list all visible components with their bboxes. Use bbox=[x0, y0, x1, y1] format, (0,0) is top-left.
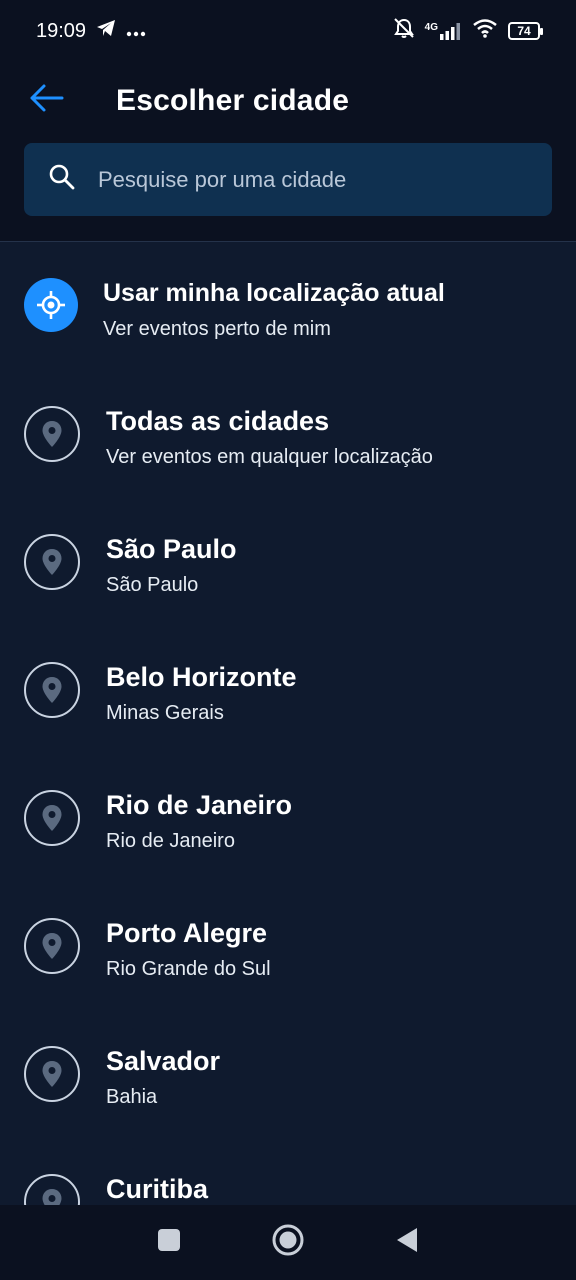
arrow-left-icon bbox=[28, 83, 64, 118]
city-list: Usar minha localização atual Ver eventos… bbox=[0, 242, 576, 1205]
home-circle-icon[interactable] bbox=[271, 1223, 305, 1262]
city-list-item[interactable]: Porto Alegre Rio Grande do Sul bbox=[0, 882, 576, 1010]
status-time: 19:09 bbox=[36, 19, 87, 42]
city-list-item[interactable]: Todas as cidades Ver eventos em qualquer … bbox=[0, 370, 576, 498]
city-name: São Paulo bbox=[106, 534, 237, 564]
battery-icon: 74 bbox=[508, 22, 543, 40]
city-name: Belo Horizonte bbox=[106, 662, 297, 692]
city-list-item[interactable]: Salvador Bahia bbox=[0, 1010, 576, 1138]
back-button[interactable] bbox=[22, 80, 70, 120]
city-subtitle: Rio Grande do Sul bbox=[106, 958, 271, 980]
city-name: Salvador bbox=[106, 1046, 221, 1076]
page-title: Escolher cidade bbox=[116, 84, 350, 117]
city-list-item[interactable]: Curitiba bbox=[0, 1138, 576, 1205]
map-pin-icon bbox=[24, 790, 80, 846]
recents-square-icon[interactable] bbox=[157, 1228, 181, 1257]
system-nav-bar bbox=[0, 1205, 576, 1280]
map-pin-icon bbox=[24, 918, 80, 974]
network-type: 4G bbox=[424, 22, 438, 33]
map-pin-icon bbox=[24, 1046, 80, 1102]
city-list-item[interactable]: São Paulo São Paulo bbox=[0, 498, 576, 626]
bell-off-icon bbox=[393, 17, 415, 45]
back-triangle-icon[interactable] bbox=[395, 1226, 419, 1259]
map-pin-icon bbox=[24, 662, 80, 718]
crosshair-location-icon bbox=[24, 278, 78, 332]
list-item-title: Usar minha localização atual bbox=[103, 279, 445, 307]
use-current-location-item[interactable]: Usar minha localização atual Ver eventos… bbox=[0, 242, 576, 370]
city-list-item[interactable]: Rio de Janeiro Rio de Janeiro bbox=[0, 754, 576, 882]
city-subtitle: Ver eventos em qualquer localização bbox=[106, 446, 433, 468]
city-name: Rio de Janeiro bbox=[106, 790, 293, 820]
status-bar: 19:09 4G 74 bbox=[0, 0, 576, 62]
city-subtitle: São Paulo bbox=[106, 574, 199, 596]
telegram-icon bbox=[96, 19, 116, 43]
city-subtitle: Minas Gerais bbox=[106, 702, 224, 724]
city-name: Porto Alegre bbox=[106, 918, 268, 948]
search-icon bbox=[48, 163, 76, 196]
city-name: Curitiba bbox=[106, 1174, 209, 1204]
city-subtitle: Bahia bbox=[106, 1086, 158, 1108]
list-item-subtitle: Ver eventos perto de mim bbox=[103, 318, 331, 340]
city-name: Todas as cidades bbox=[106, 406, 330, 436]
map-pin-icon bbox=[24, 534, 80, 590]
map-pin-icon bbox=[24, 406, 80, 462]
signal-icon: 4G bbox=[425, 22, 462, 40]
search-bar[interactable] bbox=[24, 143, 552, 216]
search-input[interactable] bbox=[98, 166, 518, 193]
more-dots-icon bbox=[126, 20, 146, 43]
battery-level: 74 bbox=[517, 24, 531, 38]
map-pin-icon bbox=[24, 1174, 80, 1205]
city-subtitle: Rio de Janeiro bbox=[106, 830, 235, 852]
header: Escolher cidade bbox=[0, 62, 576, 242]
city-list-item[interactable]: Belo Horizonte Minas Gerais bbox=[0, 626, 576, 754]
wifi-icon bbox=[472, 18, 498, 44]
